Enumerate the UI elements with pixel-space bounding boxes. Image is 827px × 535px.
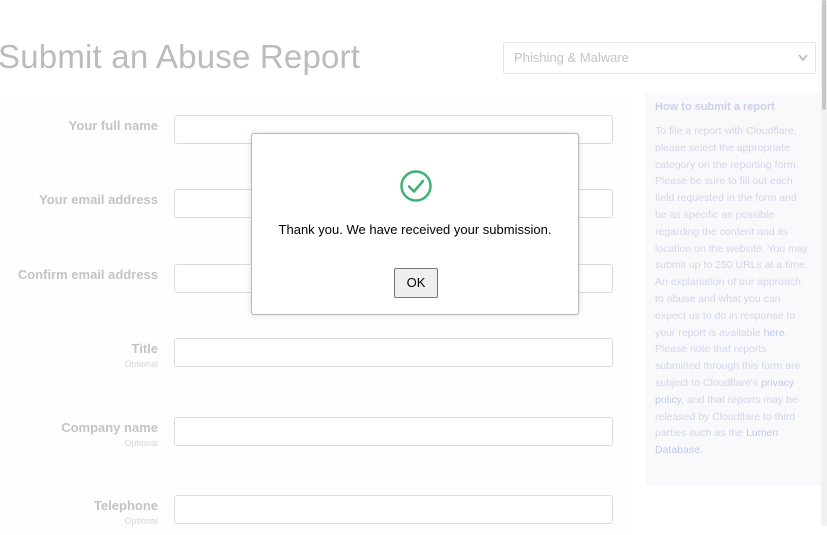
category-select-value: Phishing & Malware: [514, 50, 629, 65]
help-title: How to submit a report: [655, 101, 775, 113]
field-label-email: Your email address: [39, 192, 158, 207]
help-text-4: .: [699, 444, 703, 457]
help-text-1: To file a report with Cloudflare, please…: [655, 125, 808, 339]
field-label-company: Company name: [61, 420, 158, 435]
help-link-here[interactable]: here: [764, 327, 785, 339]
field-optional-company: Optional: [124, 438, 158, 448]
page-title: Submit an Abuse Report: [0, 38, 361, 75]
telephone-input[interactable]: [174, 495, 613, 524]
help-panel: How to submit a report To file a report …: [645, 93, 821, 486]
field-optional-title: Optional: [124, 359, 158, 369]
field-label-telephone: Telephone: [93, 498, 158, 513]
scrollbar[interactable]: [821, 0, 827, 526]
help-body: To file a report with Cloudflare, please…: [655, 123, 811, 459]
title-input[interactable]: [174, 338, 613, 367]
field-label-confirm-email: Confirm email address: [17, 267, 158, 282]
company-input[interactable]: [174, 417, 613, 446]
field-optional-telephone: Optional: [124, 516, 158, 526]
category-select[interactable]: Phishing & Malware: [503, 42, 816, 74]
field-label-full-name: Your full name: [68, 118, 158, 133]
ok-button[interactable]: OK: [394, 268, 438, 298]
confirmation-dialog: Thank you. We have received your submiss…: [251, 133, 579, 315]
dialog-message: Thank you. We have received your submiss…: [278, 222, 552, 237]
scrollbar-thumb[interactable]: [822, 0, 826, 110]
check-circle-icon: [399, 169, 433, 203]
field-label-title: Title: [131, 341, 159, 356]
chevron-down-icon: [797, 43, 809, 85]
